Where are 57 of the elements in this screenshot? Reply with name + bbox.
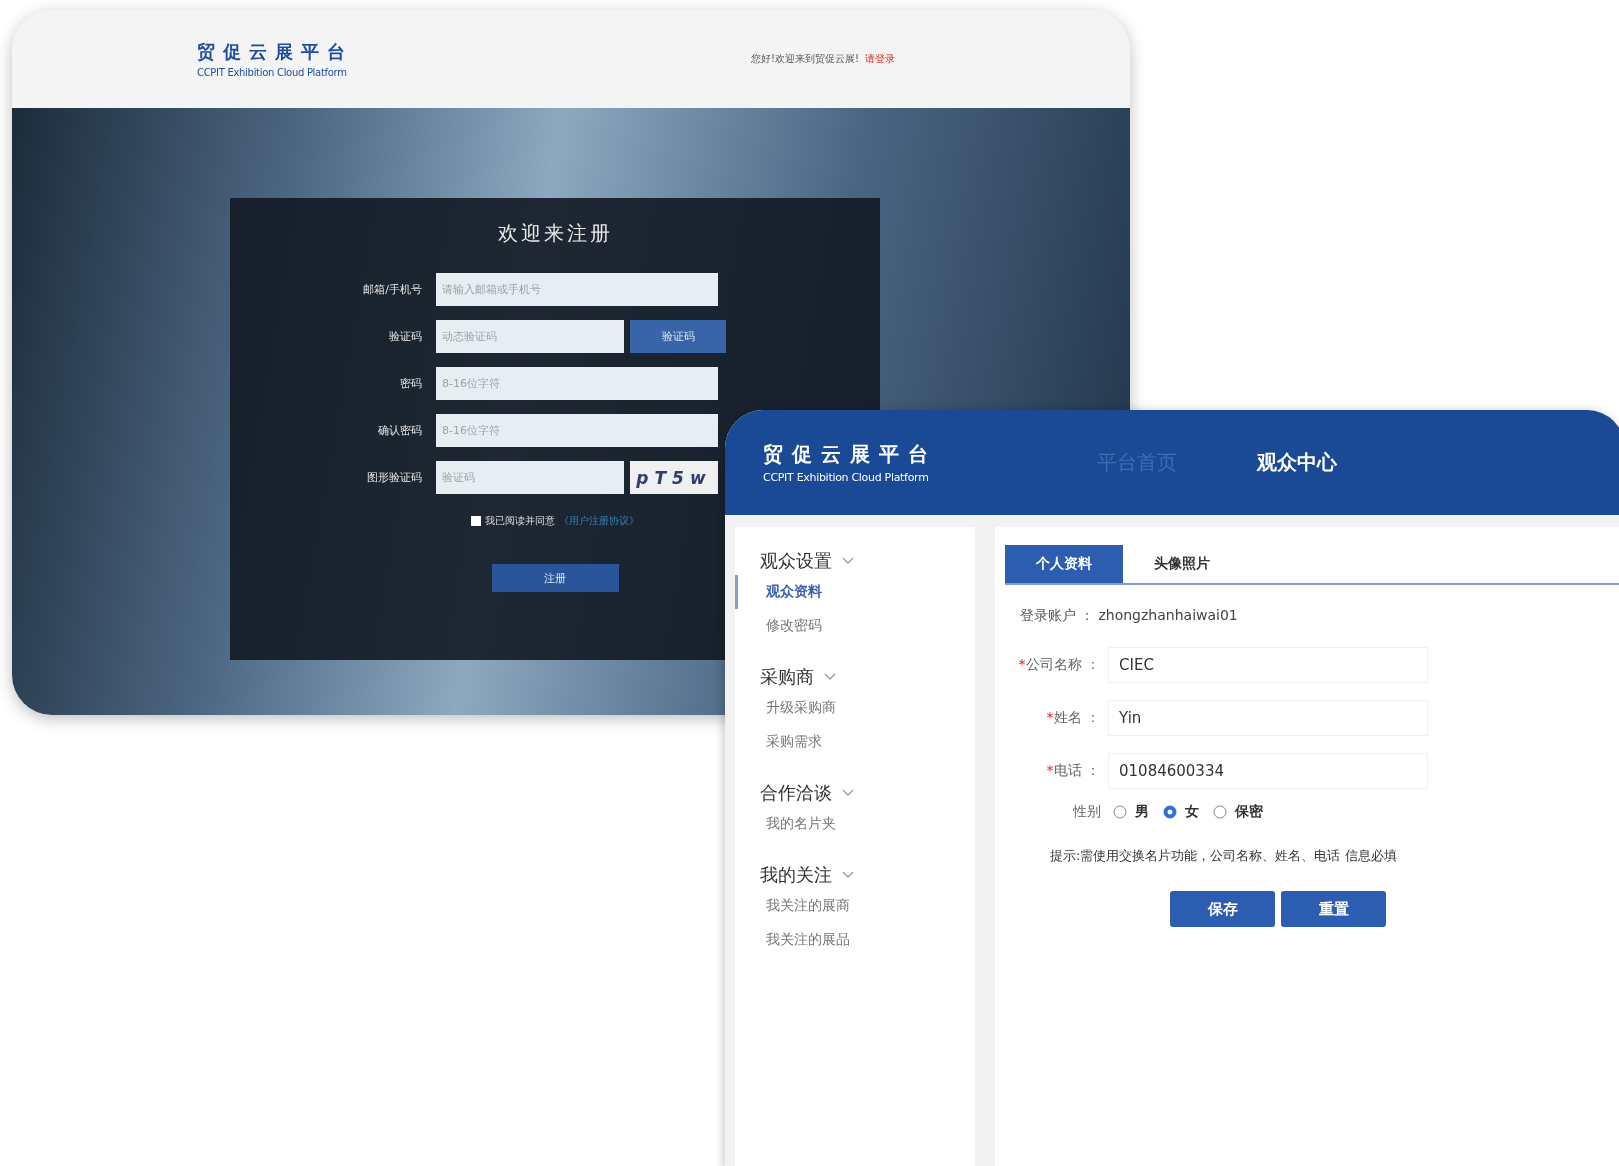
field-label: 公司名称 ： (1025, 656, 1100, 674)
sidebar-group[interactable]: 采购商 (735, 663, 842, 691)
login-link[interactable]: 请登录 (865, 52, 895, 66)
hint-text: 提示:需使用交换名片功能，公司名称、姓名、电话 信息必填 (1050, 847, 1398, 865)
input-field[interactable]: 01084600334 (1108, 753, 1428, 789)
agreement-link[interactable]: 《用户注册协议》 (559, 514, 639, 528)
gender-label: 性别 (1073, 803, 1101, 821)
input-field[interactable]: 请输入邮箱或手机号 (436, 273, 718, 306)
radio-button[interactable] (1113, 805, 1127, 819)
field-label: 邮箱/手机号 (362, 282, 422, 297)
input-field[interactable]: 验证码 (436, 461, 624, 494)
sidebar-item[interactable]: 采购需求 (735, 725, 822, 759)
input-field[interactable]: Yin (1108, 700, 1428, 736)
form-title: 欢迎来注册 (497, 220, 613, 247)
account-label: 登录账户 ： (1020, 607, 1095, 625)
input-field[interactable]: 动态验证码 (436, 320, 624, 353)
field-label: 电话 ： (1053, 762, 1100, 780)
radio-label: 保密 (1235, 803, 1263, 821)
captcha-image[interactable]: pT5w (630, 461, 718, 494)
sidebar-item[interactable]: 观众资料 (735, 575, 822, 609)
register-button[interactable]: 注册 (491, 564, 619, 592)
sidebar-item[interactable]: 我关注的展商 (735, 889, 850, 923)
logo-title: 贸促云展平台 (763, 441, 937, 468)
sidebar-item[interactable]: 我关注的展品 (735, 923, 850, 957)
sidebar-group[interactable]: 合作洽谈 (735, 779, 860, 807)
radio-label: 男 (1135, 803, 1149, 821)
radio-button[interactable] (1213, 805, 1227, 819)
sidebar-item[interactable]: 升级采购商 (735, 691, 836, 725)
greeting-text: 您好!欢迎来到贸促云展! (750, 52, 859, 66)
required-mark: * (1018, 656, 1026, 674)
save-button[interactable]: 保存 (1170, 891, 1275, 927)
sidebar-item[interactable]: 修改密码 (735, 609, 822, 643)
field-label: 验证码 (388, 329, 422, 344)
required-mark: * (1046, 709, 1054, 727)
logo-subtitle: CCPIT Exhibition Cloud Platform (197, 67, 348, 78)
nav-link[interactable]: 观众中心 (1257, 449, 1337, 476)
logo-subtitle: CCPIT Exhibition Cloud Platform (763, 471, 930, 484)
field-label: 密码 (399, 376, 422, 391)
reset-button[interactable]: 重置 (1281, 891, 1386, 927)
verification-code-button[interactable]: 验证码 (630, 320, 726, 353)
field-label: 姓名 ： (1053, 709, 1100, 727)
field-label: 确认密码 (377, 423, 422, 438)
field-label: 图形验证码 (366, 470, 422, 485)
account-value: zhongzhanhaiwai01 (1098, 607, 1238, 625)
input-field[interactable]: 8-16位字符 (436, 414, 718, 447)
input-field[interactable]: 8-16位字符 (436, 367, 718, 400)
agreement-text: 我已阅读并同意 (485, 514, 555, 528)
sidebar-item[interactable]: 我的名片夹 (735, 807, 836, 841)
tab[interactable]: 个人资料 (1005, 545, 1123, 583)
agreement-checkbox[interactable] (471, 516, 481, 526)
required-mark: * (1046, 762, 1054, 780)
input-field[interactable]: CIEC (1108, 647, 1428, 683)
sidebar-group[interactable]: 我的关注 (735, 861, 860, 889)
radio-label: 女 (1185, 803, 1199, 821)
radio-button[interactable] (1163, 805, 1177, 819)
sidebar-group[interactable]: 观众设置 (735, 547, 860, 575)
logo-title: 贸促云展平台 (197, 40, 353, 64)
